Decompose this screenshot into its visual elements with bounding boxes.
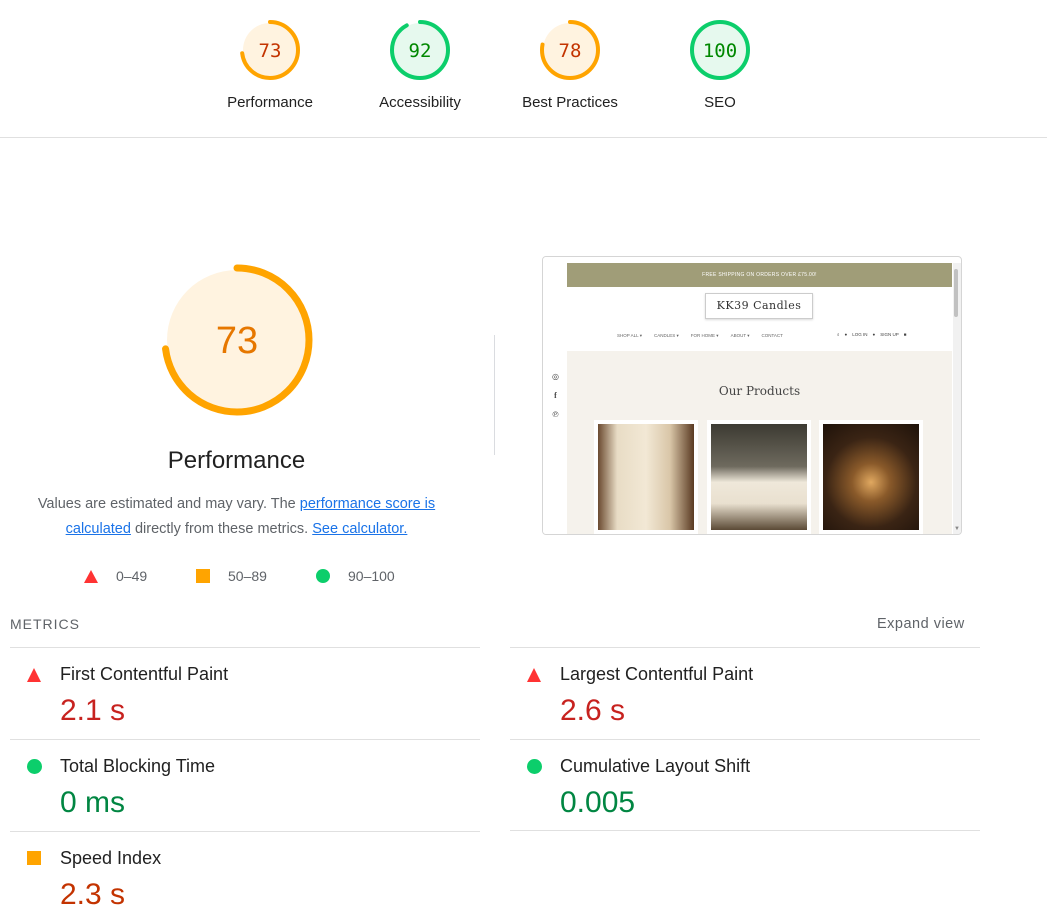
gauge-accessibility-ring: 92 [390, 20, 450, 80]
final-screenshot[interactable]: ◎ f ℗ FREE SHIPPING ON ORDERS OVER £75.0… [542, 256, 962, 535]
metric-lcp-name: Largest Contentful Paint [560, 664, 754, 684]
metric-tbt: Total Blocking Time 0 ms [10, 740, 470, 830]
site-nav: SHOP ALL ▾ CANDLES ▾ FOR HOME ▾ ABOUT ▾ CONT… [617, 333, 795, 339]
signup-link: SIGN UP [880, 332, 899, 337]
product-card [707, 420, 811, 534]
metric-lcp: Largest Contentful Paint 2.6 s [510, 648, 970, 738]
average-square-icon [27, 851, 41, 865]
products-heading: Our Products [718, 384, 801, 398]
category-gauges: 73 Performance 92 Accessibility 78 Best … [0, 0, 1047, 138]
metric-cls-name: Cumulative Layout Shift [560, 756, 751, 776]
metric-fcp-value: 2.1 s [60, 694, 126, 727]
facebook-icon: f [554, 391, 557, 400]
fail-triangle-icon [527, 668, 541, 682]
metrics-divider [510, 830, 980, 831]
gauge-performance-label: Performance [227, 94, 313, 111]
metric-tbt-name: Total Blocking Time [60, 756, 216, 776]
nav-candles: CANDLES ▾ [654, 333, 679, 338]
performance-title: Performance [167, 447, 306, 474]
gauge-best-practices-label: Best Practices [522, 94, 618, 111]
nav-shop-all: SHOP ALL ▾ [617, 333, 643, 338]
desc-text-2: directly from these metrics. [130, 521, 313, 537]
nav-contact: CONTACT [761, 333, 783, 338]
legend-average-range: 50–89 [228, 568, 267, 584]
see-calculator-link[interactable]: See calculator. [312, 521, 407, 537]
scrollbar-thumb [954, 269, 958, 317]
product-image [711, 424, 807, 530]
search-icon: ⌕ [837, 332, 840, 337]
legend-fail: 0–49 [84, 568, 147, 584]
pass-circle-icon [527, 759, 542, 774]
fail-triangle-icon [27, 668, 41, 682]
user-plus-icon: ● [872, 332, 876, 337]
scroll-down-arrow-icon: ▼ [954, 526, 960, 532]
gauge-seo-score: 100 [703, 40, 737, 62]
gauge-best-practices[interactable]: 78 Best Practices [510, 18, 630, 111]
nav-for-home: FOR HOME ▾ [690, 333, 719, 338]
site-header: KK39 Candles SHOP ALL ▾ CANDLES ▾ FOR HOME… [567, 287, 952, 351]
gauge-accessibility-label: Accessibility [379, 94, 461, 111]
expand-view-button[interactable]: Expand view [877, 616, 965, 632]
legend-pass-range: 90–100 [348, 568, 395, 584]
shipping-banner: FREE SHIPPING ON ORDERS OVER £75.00! [567, 263, 952, 287]
thumbnail-page: FREE SHIPPING ON ORDERS OVER £75.00! KK3… [567, 263, 952, 534]
gauge-performance-ring: 73 [240, 20, 300, 80]
metric-si-value: 2.3 s [60, 878, 126, 911]
instagram-icon: ◎ [552, 372, 559, 381]
circle-icon [316, 569, 330, 583]
gauge-accessibility[interactable]: 92 Accessibility [360, 18, 480, 111]
login-link: LOG IN [852, 332, 868, 337]
gauge-accessibility-score: 92 [409, 40, 432, 62]
legend-pass: 90–100 [316, 568, 395, 584]
bag-icon: ■ [903, 332, 907, 337]
product-image [598, 424, 694, 530]
product-card [819, 420, 923, 534]
gauge-best-practices-score: 78 [559, 40, 582, 62]
metric-si-name: Speed Index [60, 848, 162, 868]
gauge-seo-ring: 100 [690, 20, 750, 80]
gauge-seo[interactable]: 100 SEO [660, 18, 780, 111]
gauge-best-practices-ring: 78 [540, 20, 600, 80]
metric-tbt-value: 0 ms [60, 786, 126, 819]
thumbnail-scrollbar: ▼ [953, 263, 961, 534]
product-image [823, 424, 919, 530]
site-logo: KK39 Candles [705, 293, 813, 319]
metric-cls: Cumulative Layout Shift 0.005 [510, 740, 970, 830]
metric-lcp-value: 2.6 s [560, 694, 626, 727]
gauge-seo-label: SEO [704, 94, 736, 111]
metric-si: Speed Index 2.3 s [10, 832, 470, 912]
gauge-performance[interactable]: 73 Performance [210, 18, 330, 111]
pass-circle-icon [27, 759, 42, 774]
performance-gauge-large: 73 [160, 263, 314, 422]
performance-score-large: 73 [216, 320, 258, 362]
legend-fail-range: 0–49 [116, 568, 148, 584]
triangle-icon [84, 569, 98, 583]
metrics-header: METRICS [10, 616, 80, 632]
legend-average: 50–89 [196, 568, 267, 584]
nav-about: ABOUT ▾ [730, 333, 750, 338]
user-icon: ● [844, 332, 848, 337]
gauge-performance-score: 73 [259, 40, 282, 62]
square-icon [196, 569, 210, 583]
metric-fcp-name: First Contentful Paint [60, 664, 229, 684]
product-card [594, 420, 698, 534]
metric-cls-value: 0.005 [560, 786, 636, 819]
performance-ring-large: 73 [161, 264, 313, 416]
metric-fcp: First Contentful Paint 2.1 s [10, 648, 470, 738]
score-legend: 0–49 50–89 90–100 [0, 568, 473, 588]
account-links: ⌕ ● LOG IN ● SIGN UP ■ [837, 332, 911, 337]
social-sidebar: ◎ f ℗ [543, 257, 567, 534]
pinterest-icon: ℗ [552, 410, 559, 419]
performance-description: Values are estimated and may vary. The p… [20, 492, 453, 542]
desc-text-1: Values are estimated and may vary. The [37, 496, 300, 512]
vertical-divider [494, 335, 495, 455]
